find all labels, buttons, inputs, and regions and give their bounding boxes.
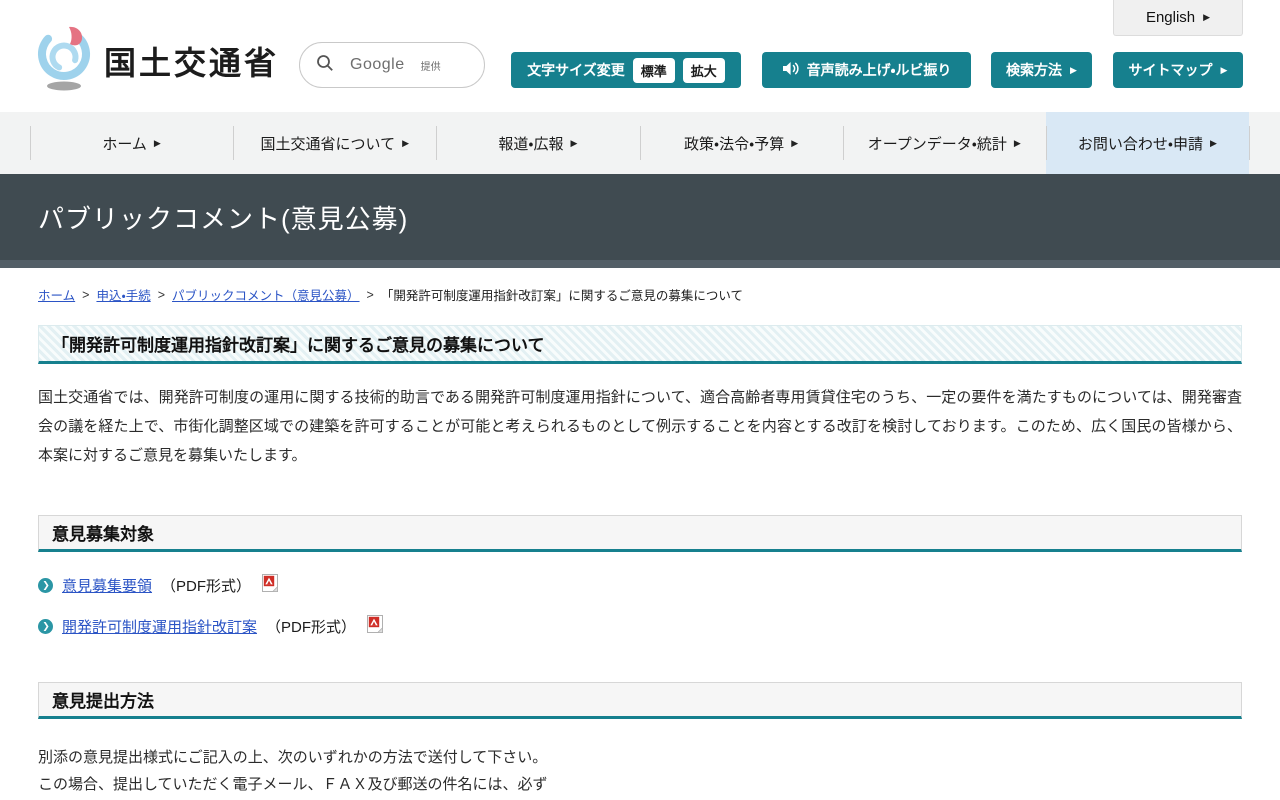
english-button[interactable]: English ▶	[1113, 0, 1243, 36]
search-provider-hint: 提供	[420, 61, 441, 73]
logo-text: 国土交通省	[104, 44, 280, 81]
nav-item-label: ホーム	[102, 135, 147, 153]
chevron-right-icon: ▶	[1203, 12, 1211, 22]
submission-instructions: 別添の意見提出様式にご記入の上、次のいずれかの方法で送付して下さい。 この場合、…	[38, 744, 1242, 800]
instruction-line: 別添の意見提出様式にご記入の上、次のいずれかの方法で送付して下さい。	[38, 749, 548, 766]
instruction-line: この場合、提出していただく電子メール、ＦＡＸ及び郵送の件名には、必ず	[38, 776, 548, 793]
chevron-right-icon: ▶	[570, 137, 578, 148]
list-item: ❯ 開発許可制度運用指針改訂案 （PDF形式）	[38, 615, 1242, 637]
pdf-link-list: ❯ 意見募集要領 （PDF形式） ❯ 開発許可制度運用指針改訂案 （PDF形式）	[38, 574, 1242, 637]
search-icon	[316, 54, 334, 77]
nav-item-contact[interactable]: お問い合わせ・申請 ▶	[1045, 112, 1250, 174]
breadcrumb-separator: >	[157, 287, 166, 302]
font-size-large-button[interactable]: 拡大	[682, 57, 725, 83]
site-header: 国土交通省 Google 提供 English ▶ 文字サイズ変更 標準 拡大 …	[0, 0, 1280, 112]
page-title-banner: パブリックコメント(意見公募)	[0, 174, 1280, 260]
mlit-logo[interactable]: 国土交通省	[36, 24, 279, 97]
chevron-right-icon: ▶	[791, 137, 799, 148]
pdf-file-icon[interactable]	[367, 615, 384, 637]
article-heading: 「開発許可制度運用指針改訂案」に関するご意見の募集について	[38, 325, 1242, 364]
section-heading-method: 意見提出方法	[38, 682, 1242, 719]
list-item: ❯ 意見募集要領 （PDF形式）	[38, 574, 1242, 596]
nav-item-label: お問い合わせ・申請	[1077, 135, 1204, 153]
search-method-button[interactable]: 検索方法 ▶	[991, 52, 1092, 88]
pdf-link-draft[interactable]: 開発許可制度運用指針改訂案	[62, 616, 257, 637]
chevron-right-icon: ▶	[1210, 137, 1217, 148]
nav-item-label: 報道・広報	[498, 135, 564, 153]
chevron-right-icon: ▶	[153, 137, 161, 148]
breadcrumb-current: 「開発許可制度運用指針改訂案」に関するご意見の募集について	[380, 289, 743, 303]
search-placeholder: Google	[350, 56, 405, 73]
list-bullet-arrow-icon: ❯	[38, 577, 53, 593]
search-method-label: 検索方法	[1006, 62, 1063, 78]
breadcrumb-separator: >	[82, 287, 90, 302]
breadcrumb: ホーム > 申込・手続 > パブリックコメント（意見公募） > 「開発許可制度運…	[38, 285, 1242, 304]
nav-item-policy[interactable]: 政策・法令・予算 ▶	[639, 112, 843, 174]
pdf-format-note: （PDF形式）	[266, 618, 357, 636]
sitemap-label: サイトマップ	[1128, 62, 1213, 78]
breadcrumb-link-procedures[interactable]: 申込・手続	[96, 285, 150, 304]
speech-reading-label: 音声読み上げ・ルビ振り	[806, 62, 952, 78]
banner-accent-strip	[0, 260, 1280, 268]
nav-item-home[interactable]: ホーム ▶	[30, 112, 233, 174]
nav-item-opendata[interactable]: オープンデータ・統計 ▶	[842, 112, 1046, 174]
chevron-right-icon: ▶	[1220, 64, 1228, 75]
sitemap-button[interactable]: サイトマップ ▶	[1113, 52, 1243, 88]
speech-reading-button[interactable]: 音声読み上げ・ルビ振り	[762, 52, 971, 88]
nav-item-label: オープンデータ・統計	[867, 135, 1007, 153]
nav-item-label: 政策・法令・予算	[684, 135, 785, 153]
nav-item-about[interactable]: 国土交通省について ▶	[233, 112, 436, 174]
font-size-label: 文字サイズ変更	[527, 62, 625, 78]
pdf-link-guidelines[interactable]: 意見募集要領	[62, 575, 152, 596]
pdf-file-icon[interactable]	[262, 574, 279, 596]
global-nav: ホーム ▶ 国土交通省について ▶ 報道・広報 ▶ 政策・法令・予算 ▶ オープ…	[0, 112, 1280, 174]
section-heading-targets: 意見募集対象	[38, 515, 1242, 552]
intro-paragraph: 国土交通省では、開発許可制度の運用に関する技術的助言である開発許可制度運用指針に…	[38, 389, 1242, 464]
font-size-button[interactable]: 文字サイズ変更 標準 拡大	[511, 52, 741, 88]
english-label: English	[1145, 9, 1196, 26]
nav-item-label: 国土交通省について	[260, 135, 396, 153]
breadcrumb-separator: >	[366, 287, 374, 302]
breadcrumb-link-home[interactable]: ホーム	[38, 285, 75, 304]
speaker-icon	[782, 61, 799, 79]
breadcrumb-link-public-comment[interactable]: パブリックコメント（意見公募）	[172, 285, 360, 304]
main-content: 「開発許可制度運用指針改訂案」に関するご意見の募集について 国土交通省では、開発…	[38, 325, 1242, 800]
pdf-format-note: （PDF形式）	[161, 577, 252, 595]
mlit-logo-icon	[36, 24, 94, 97]
chevron-right-icon: ▶	[1070, 64, 1077, 75]
page-title: パブリックコメント(意見公募)	[38, 203, 409, 234]
chevron-right-icon: ▶	[1013, 137, 1021, 148]
search-input[interactable]: Google 提供	[299, 42, 485, 88]
chevron-right-icon: ▶	[402, 137, 409, 148]
nav-item-press[interactable]: 報道・広報 ▶	[436, 112, 639, 174]
font-size-standard-button[interactable]: 標準	[632, 57, 675, 83]
list-bullet-arrow-icon: ❯	[38, 618, 53, 634]
